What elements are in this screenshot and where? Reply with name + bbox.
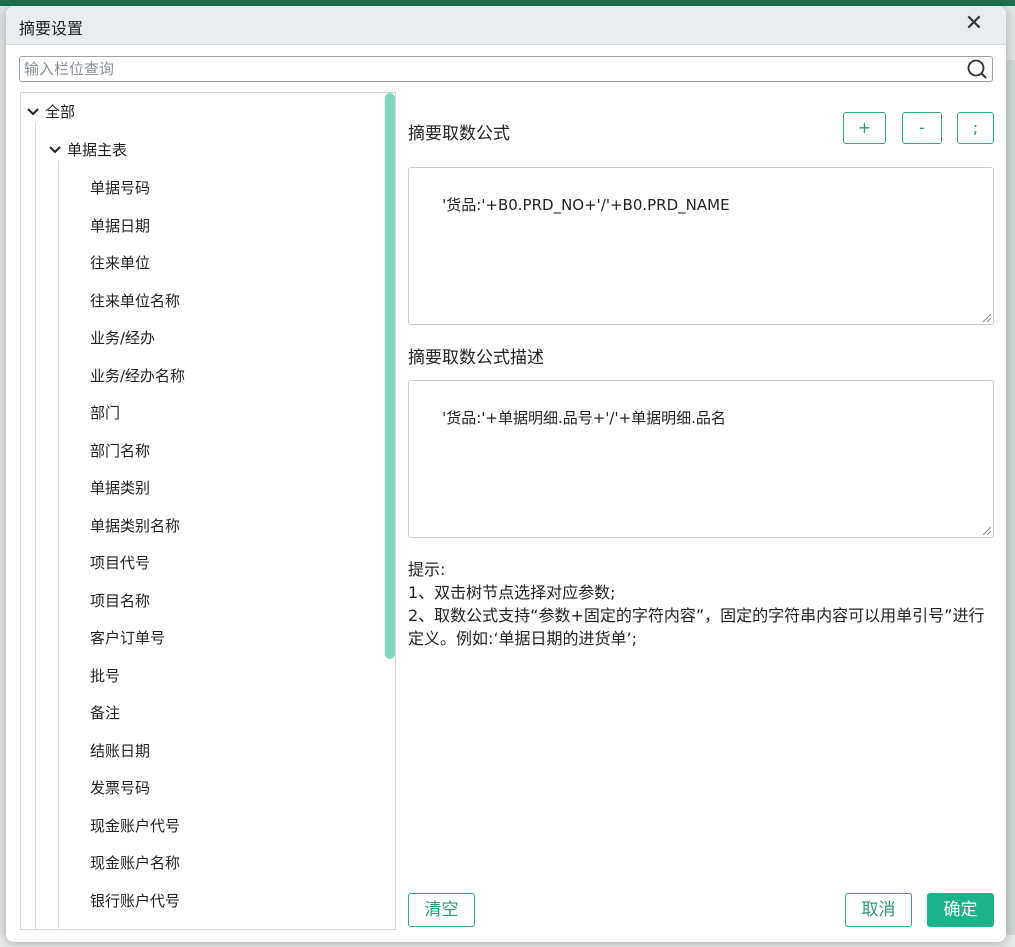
clear-button[interactable]: 清空 [408, 893, 475, 927]
dialog-titlebar: 摘要设置 ✕ [6, 6, 1006, 45]
formula-text: '货品:'+B0.PRD_NO+'/'+B0.PRD_NAME [442, 196, 730, 214]
tree-leaf-item[interactable]: 业务/经办 [90, 326, 155, 350]
cancel-button[interactable]: 取消 [845, 893, 912, 927]
chevron-down-icon[interactable] [47, 138, 63, 162]
tree-leaf-item[interactable]: 单据号码 [90, 176, 150, 200]
field-search-box [19, 56, 993, 82]
background-app-edge [1005, 60, 1015, 940]
tree-leaf-item[interactable]: 结账日期 [90, 739, 150, 763]
field-tree: 全部 单据主表 单据号码单据日期往来单位往来单位名称 业务/经办业务/经办名称 部门… [20, 92, 396, 930]
hint-block: 提示: 1、双击树节点选择对应参数; 2、取数公式支持“参数+固定的字符内容”，… [408, 558, 998, 650]
summary-settings-dialog: 摘要设置 ✕ 全部 单据主表 单据号码单据日期往来单位往来单位名称业务/经办业务… [6, 6, 1006, 942]
hint-line: 2、取数公式支持“参数+固定的字符内容”，固定的字符串内容可以用单引号”进行定义… [408, 606, 985, 648]
description-text: '货品:'+单据明细.品号+'/'+单据明细.品名 [442, 409, 726, 427]
tree-node-all[interactable]: 全部 [25, 100, 75, 124]
chevron-down-icon[interactable] [25, 100, 41, 124]
resize-grip-icon[interactable] [983, 527, 991, 535]
tree-leaf-item[interactable]: 部门名称 [90, 439, 150, 463]
tree-leaf-item[interactable]: 备注 [90, 701, 120, 725]
tree-leaf-item[interactable]: 业务/经办名称 [90, 364, 185, 388]
tree-leaf-item[interactable]: 现金账户名称 [90, 851, 180, 875]
tree-leaf-item[interactable]: 单据类别 [90, 476, 150, 500]
tree-leaf-item[interactable]: 往来单位 [90, 251, 150, 275]
tree-leaf-item[interactable]: 部门 [90, 401, 120, 425]
dialog-title: 摘要设置 [19, 19, 84, 38]
minus-button[interactable]: - [902, 112, 942, 144]
description-textarea[interactable]: '货品:'+单据明细.品号+'/'+单据明细.品名 [408, 380, 994, 538]
field-search-input[interactable] [24, 59, 954, 79]
tree-leaf-item[interactable]: 单据日期 [90, 214, 150, 238]
tree-node-label: 全部 [45, 103, 76, 121]
tree-guide-line [35, 123, 36, 929]
tree-leaf-item[interactable]: 往来单位名称 [90, 289, 180, 313]
tree-leaf-item[interactable]: 单据类别名称 [90, 514, 180, 538]
hint-title: 提示: [408, 560, 446, 579]
search-icon[interactable] [966, 58, 988, 80]
resize-grip-icon[interactable] [983, 314, 991, 322]
tree-node-label: 单据主表 [67, 141, 128, 159]
hint-line: 1、双击树节点选择对应参数; [408, 583, 616, 602]
formula-textarea[interactable]: '货品:'+B0.PRD_NO+'/'+B0.PRD_NAME [408, 167, 994, 325]
tree-guide-line [58, 161, 59, 929]
tree-leaf-item[interactable]: 银行账户代号 [90, 889, 180, 913]
tree-leaf-item[interactable]: 发票号码 [90, 776, 150, 800]
tree-leaf-item[interactable]: 客户订单号 [90, 626, 165, 650]
tree-leaf-item[interactable]: 项目名称 [90, 589, 150, 613]
close-icon[interactable]: ✕ [962, 13, 986, 37]
description-label: 摘要取数公式描述 [408, 348, 544, 368]
plus-button[interactable]: + [843, 112, 886, 144]
formula-label: 摘要取数公式 [408, 124, 510, 144]
tree-leaf-item[interactable]: 批号 [90, 664, 120, 688]
ok-button[interactable]: 确定 [927, 893, 994, 927]
tree-scrollbar-thumb[interactable] [385, 93, 395, 659]
tree-leaf-item[interactable]: 项目代号 [90, 551, 150, 575]
semicolon-button[interactable]: ; [957, 112, 994, 144]
tree-leaf-item[interactable]: 现金账户代号 [90, 814, 180, 838]
tree-node-header-table[interactable]: 单据主表 [47, 138, 127, 162]
